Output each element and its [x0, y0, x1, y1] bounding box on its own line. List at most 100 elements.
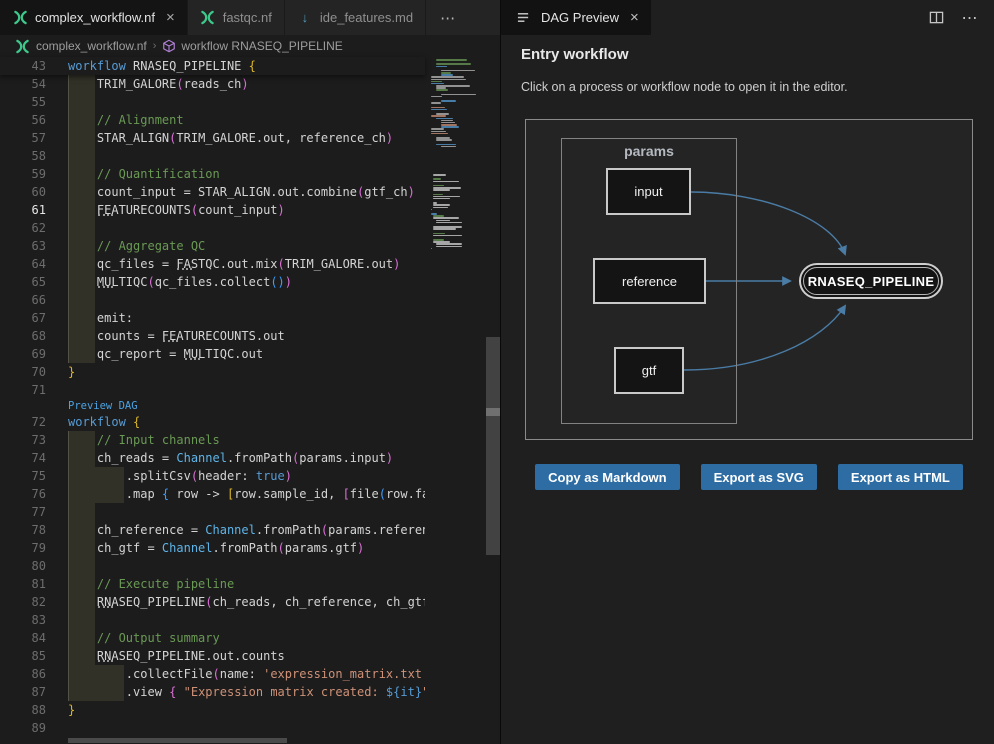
code-token: RNASEQ_PIPELINE	[133, 59, 249, 73]
code-line[interactable]: 60 count_input = STAR_ALIGN.out.combine(…	[0, 183, 425, 201]
code-line[interactable]: 54 TRIM_GALORE(reads_ch)	[0, 75, 425, 93]
code-token: (	[278, 257, 285, 271]
node-reference[interactable]: reference	[593, 258, 706, 304]
code-line[interactable]: 86 .collectFile(name: 'expression_matrix…	[0, 665, 425, 683]
code-line[interactable]: 63 // Aggregate QC	[0, 237, 425, 255]
minimap-line	[436, 243, 462, 245]
workbench: complex_workflow.nf×fastqc.nf↓ide_featur…	[0, 0, 994, 744]
sticky-line[interactable]: 43workflow RNASEQ_PIPELINE {	[0, 57, 425, 75]
line-number: 68	[0, 327, 46, 345]
sticky-scroll-line[interactable]: 43workflow RNASEQ_PIPELINE {	[0, 57, 425, 75]
code-line[interactable]: 72workflow {	[0, 413, 425, 431]
code-line[interactable]: 79 ch_gtf = Channel.fromPath(params.gtf)	[0, 539, 425, 557]
code-line[interactable]: 80	[0, 557, 425, 575]
minimap-line	[433, 198, 450, 200]
code-token: FEATURECOUNTS	[97, 203, 191, 217]
code-line[interactable]: 78 ch_reference = Channel.fromPath(param…	[0, 521, 425, 539]
minimap-line	[431, 102, 441, 104]
node-gtf[interactable]: gtf	[614, 347, 684, 394]
minimap[interactable]	[428, 57, 486, 744]
line-number: 56	[0, 111, 46, 129]
editor-tab[interactable]: ↓ide_features.md	[285, 0, 426, 35]
node-rnaseq-pipeline[interactable]: RNASEQ_PIPELINE	[799, 263, 943, 299]
code-token: (	[205, 595, 212, 609]
code-text: count_input = STAR_ALIGN.out.combine(gtf…	[68, 183, 415, 201]
code-token: .fromPath	[227, 451, 292, 465]
code-line[interactable]: 87 .view { "Expression matrix created: $…	[0, 683, 425, 701]
panel-tab-label: DAG Preview	[541, 10, 619, 25]
code-line[interactable]: 77	[0, 503, 425, 521]
code-line[interactable]: 81 // Execute pipeline	[0, 575, 425, 593]
code-token: header:	[198, 469, 256, 483]
code-token: TRIM_GALORE.out, reference_ch	[176, 131, 386, 145]
code-token: // Alignment	[68, 113, 184, 127]
code-line[interactable]: 66	[0, 291, 425, 309]
code-line[interactable]: 88}	[0, 701, 425, 719]
export-as-html-button[interactable]: Export as HTML	[838, 464, 963, 490]
code-line[interactable]: 84 // Output summary	[0, 629, 425, 647]
code-token	[176, 685, 183, 699]
code-line[interactable]: 73 // Input channels	[0, 431, 425, 449]
code-text: qc_files = FASTQC.out.mix(TRIM_GALORE.ou…	[68, 255, 400, 273]
code-line[interactable]: 56 // Alignment	[0, 111, 425, 129]
code-line[interactable]: 55	[0, 93, 425, 111]
copy-as-markdown-button[interactable]: Copy as Markdown	[535, 464, 679, 490]
code-line[interactable]: 62	[0, 219, 425, 237]
code-text: TRIM_GALORE(reads_ch)	[68, 75, 249, 93]
panel-heading: Entry workflow	[521, 46, 629, 63]
breadcrumb-file[interactable]: complex_workflow.nf	[36, 39, 147, 53]
code-line[interactable]: 83	[0, 611, 425, 629]
code-line[interactable]: 69 qc_report = MULTIQC.out	[0, 345, 425, 363]
panel-tab-close-icon[interactable]: ×	[630, 9, 639, 26]
code-token	[68, 649, 97, 663]
code-text: ch_gtf = Channel.fromPath(params.gtf)	[68, 539, 364, 557]
editor-tab[interactable]: fastqc.nf	[188, 0, 285, 35]
codelens-preview-dag-link[interactable]: Preview DAG	[68, 399, 138, 413]
code-line[interactable]: 89	[0, 719, 425, 737]
code-line[interactable]: 70}	[0, 363, 425, 381]
code-text: .view { "Expression matrix created: ${it…	[68, 683, 425, 701]
vertical-scrollbar-thumb[interactable]	[486, 337, 500, 555]
code-line[interactable]: 82 RNASEQ_PIPELINE(ch_reads, ch_referenc…	[0, 593, 425, 611]
code-line[interactable]: 59 // Quantification	[0, 165, 425, 183]
code-line[interactable]: 57 STAR_ALIGN(TRIM_GALORE.out, reference…	[0, 129, 425, 147]
line-number: 69	[0, 345, 46, 363]
tab-overflow-icon[interactable]: ⋯	[426, 0, 471, 35]
code-line[interactable]: 61 FEATURECOUNTS(count_input)	[0, 201, 425, 219]
code-line[interactable]: 71	[0, 381, 425, 399]
code-line[interactable]: 76 .map { row -> [row.sample_id, [file(r…	[0, 485, 425, 503]
code-line[interactable]: 67 emit:	[0, 309, 425, 327]
code-text: // Quantification	[68, 165, 220, 183]
code-line[interactable]: 68 counts = FEATURECOUNTS.out	[0, 327, 425, 345]
code-token: Channel	[176, 451, 227, 465]
code-token: MULTIQC	[184, 347, 235, 361]
minimap-line	[433, 174, 446, 176]
export-as-svg-button[interactable]: Export as SVG	[701, 464, 817, 490]
code-token: .splitCsv	[68, 469, 191, 483]
code-line[interactable]: 64 qc_files = FASTQC.out.mix(TRIM_GALORE…	[0, 255, 425, 273]
breadcrumb-separator-icon: ›	[153, 40, 157, 52]
split-editor-icon[interactable]	[926, 8, 946, 28]
more-actions-icon[interactable]: ⋯	[960, 8, 980, 28]
breadcrumb-symbol[interactable]: workflow RNASEQ_PIPELINE	[162, 39, 342, 53]
minimap-line	[433, 217, 458, 219]
code-text: workflow RNASEQ_PIPELINE {	[68, 57, 256, 75]
code-line[interactable]: 85 RNASEQ_PIPELINE.out.counts	[0, 647, 425, 665]
line-number: 54	[0, 75, 46, 93]
code-line[interactable]: 75 .splitCsv(header: true)	[0, 467, 425, 485]
code-token: params.input	[299, 451, 386, 465]
code-line[interactable]: 74 ch_reads = Channel.fromPath(params.in…	[0, 449, 425, 467]
horizontal-scrollbar[interactable]	[0, 738, 425, 744]
vertical-scrollbar[interactable]	[486, 57, 500, 744]
export-buttons-row: Copy as Markdown Export as SVG Export as…	[525, 464, 973, 490]
tab-dag-preview[interactable]: DAG Preview ×	[501, 0, 651, 35]
code-token: )	[285, 275, 292, 289]
editor-tab[interactable]: complex_workflow.nf×	[0, 0, 188, 35]
code-lines[interactable]: 54 TRIM_GALORE(reads_ch)5556 // Alignmen…	[0, 75, 425, 738]
tab-close-icon[interactable]: ×	[166, 10, 175, 25]
horizontal-scrollbar-thumb[interactable]	[68, 738, 287, 743]
code-editor[interactable]: 43workflow RNASEQ_PIPELINE { 54 TRIM_GAL…	[0, 57, 500, 744]
code-line[interactable]: 58	[0, 147, 425, 165]
node-input[interactable]: input	[606, 168, 691, 215]
code-line[interactable]: 65 MULTIQC(qc_files.collect())	[0, 273, 425, 291]
